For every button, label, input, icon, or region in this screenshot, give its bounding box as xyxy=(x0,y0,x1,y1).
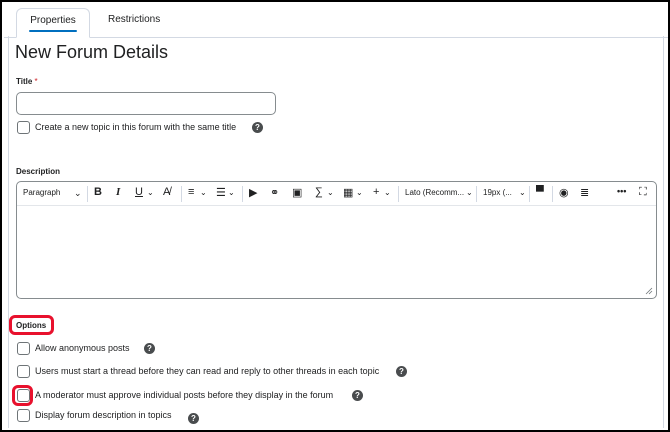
title-label-text: Title xyxy=(16,77,33,86)
underline-button[interactable]: U xyxy=(135,186,143,198)
link-icon[interactable]: ⚭ xyxy=(270,186,279,199)
insert-plus-icon[interactable]: + xyxy=(373,186,379,198)
toolbar-divider xyxy=(87,186,88,202)
toolbar-divider xyxy=(181,186,182,202)
title-input[interactable] xyxy=(16,92,276,115)
resize-handle-icon[interactable] xyxy=(645,287,653,295)
options-highlight xyxy=(9,315,54,335)
display-description-checkbox[interactable] xyxy=(17,409,30,422)
title-label: Title * xyxy=(16,77,38,86)
display-description-label: Display forum description in topics xyxy=(35,410,172,420)
chevron-down-icon[interactable]: ⌄ xyxy=(384,188,391,197)
more-options-icon[interactable]: ••• xyxy=(617,186,626,196)
tab-properties[interactable]: Properties xyxy=(16,8,90,38)
start-thread-label: Users must start a thread before they ca… xyxy=(35,366,380,376)
start-thread-checkbox[interactable] xyxy=(17,365,30,378)
description-editor[interactable]: Paragraph ⌄ B I U ⌄ A̸ ≡ ⌄ ☰ ⌄ ▶ ⚭ ▣ ∑ ⌄… xyxy=(16,181,657,299)
font-family-select[interactable]: Lato (Recomm... xyxy=(405,188,464,197)
moderator-approve-label: A moderator must approve individual post… xyxy=(35,390,334,400)
chevron-down-icon[interactable]: ⌄ xyxy=(74,188,82,199)
tab-restrictions[interactable]: Restrictions xyxy=(96,8,172,38)
help-icon[interactable]: ? xyxy=(144,343,155,354)
accessibility-icon[interactable]: ◉ xyxy=(559,186,569,199)
italic-button[interactable]: I xyxy=(116,186,120,198)
align-left-icon[interactable]: ≡ xyxy=(188,186,194,198)
active-tab-indicator xyxy=(29,30,77,32)
chevron-down-icon[interactable]: ⌄ xyxy=(519,188,526,197)
help-icon[interactable]: ? xyxy=(396,366,407,377)
create-topic-label: Create a new topic in this forum with th… xyxy=(35,122,237,132)
bold-button[interactable]: B xyxy=(94,186,102,198)
help-icon[interactable]: ? xyxy=(352,390,363,401)
fullscreen-icon[interactable]: ⛶ xyxy=(639,186,647,199)
help-icon[interactable]: ? xyxy=(252,122,263,133)
help-icon[interactable]: ? xyxy=(188,413,199,424)
word-count-icon[interactable]: ≣ xyxy=(580,186,589,199)
equation-icon[interactable]: ∑ xyxy=(315,186,323,198)
font-size-select[interactable]: 19px (... xyxy=(483,188,512,197)
text-style-icon[interactable]: A̸ xyxy=(163,186,170,198)
image-icon[interactable]: ▣ xyxy=(292,186,302,199)
toolbar-divider xyxy=(476,186,477,202)
chevron-down-icon[interactable]: ⌄ xyxy=(466,188,473,197)
anonymous-posts-checkbox[interactable] xyxy=(17,342,30,355)
tab-properties-label: Properties xyxy=(30,15,76,26)
toolbar-divider xyxy=(529,186,530,202)
chevron-down-icon[interactable]: ⌄ xyxy=(356,188,363,197)
chevron-down-icon[interactable]: ⌄ xyxy=(200,188,207,197)
format-painter-icon[interactable]: ▀ xyxy=(536,186,544,198)
toolbar-divider xyxy=(552,186,553,202)
required-mark: * xyxy=(34,77,38,86)
toolbar-divider xyxy=(242,186,243,202)
create-topic-checkbox[interactable] xyxy=(17,121,30,134)
chevron-down-icon[interactable]: ⌄ xyxy=(147,188,154,197)
tab-restrictions-label: Restrictions xyxy=(108,14,161,25)
checkbox-highlight xyxy=(12,385,33,406)
anonymous-posts-label: Allow anonymous posts xyxy=(35,343,130,353)
editor-toolbar: Paragraph ⌄ B I U ⌄ A̸ ≡ ⌄ ☰ ⌄ ▶ ⚭ ▣ ∑ ⌄… xyxy=(17,182,656,206)
chevron-down-icon[interactable]: ⌄ xyxy=(228,188,235,197)
paragraph-select[interactable]: Paragraph xyxy=(23,188,60,197)
toolbar-divider xyxy=(398,186,399,202)
bullet-list-icon[interactable]: ☰ xyxy=(216,186,226,199)
tab-bar: Properties Restrictions xyxy=(4,4,668,38)
description-label: Description xyxy=(16,167,61,176)
page-title: New Forum Details xyxy=(15,42,169,62)
insert-stuff-icon[interactable]: ▶ xyxy=(249,186,257,199)
table-icon[interactable]: ▦ xyxy=(343,186,353,199)
chevron-down-icon[interactable]: ⌄ xyxy=(327,188,334,197)
